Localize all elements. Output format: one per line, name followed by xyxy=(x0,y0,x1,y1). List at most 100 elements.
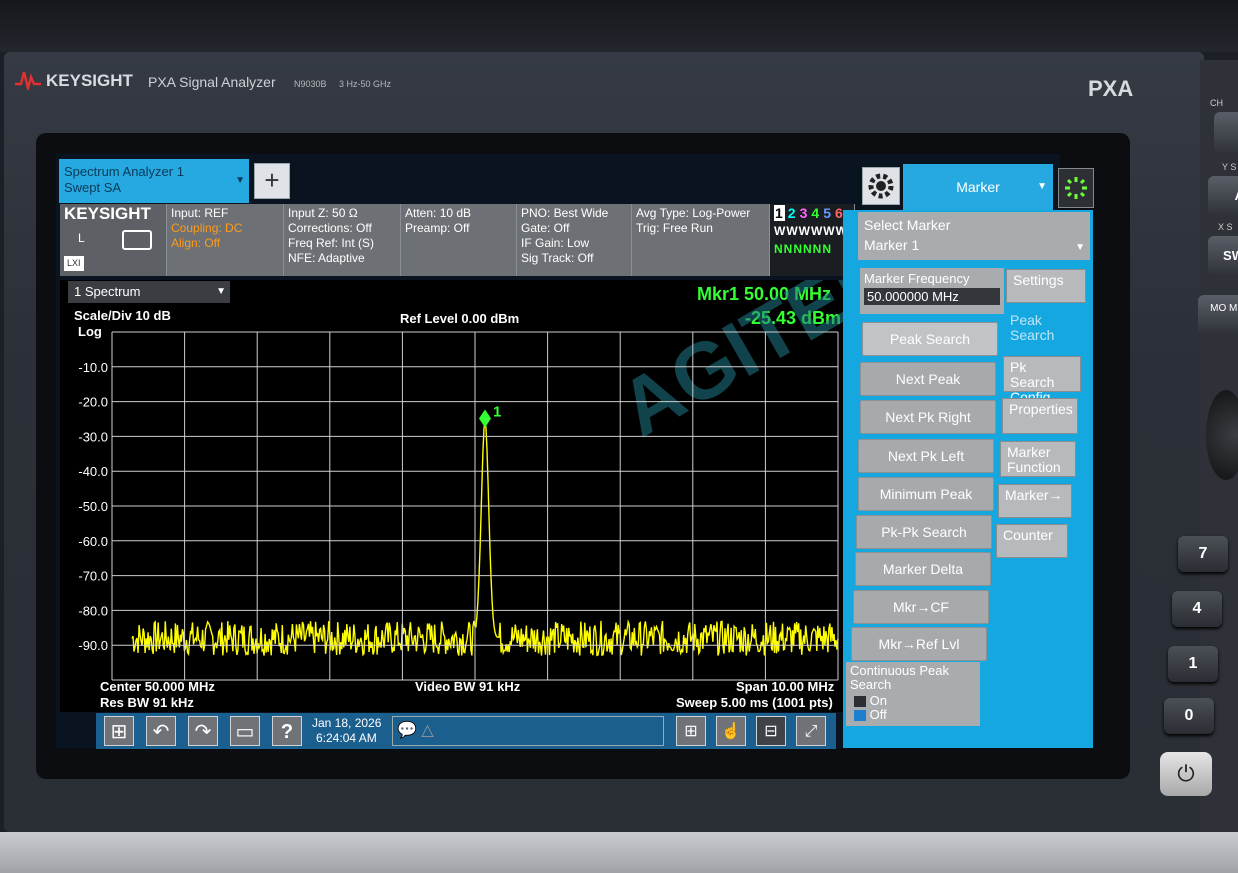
settings-gear-icon[interactable] xyxy=(862,167,900,205)
side-tab-settings[interactable]: Settings xyxy=(1006,269,1086,303)
y-tick-label: -30.0 xyxy=(78,429,108,444)
date: Jan 18, 2026 xyxy=(312,716,382,730)
softkey-mkr-ref-lvl[interactable]: Mkr→Ref Lvl xyxy=(851,627,987,661)
select-marker-value: Marker 1 xyxy=(864,237,920,253)
status-preamp: Preamp: Off xyxy=(405,221,470,235)
toggle-off-indicator xyxy=(854,710,866,722)
status-avg-cell[interactable]: Avg Type: Log-Power Trig: Free Run xyxy=(632,204,770,276)
brand-name: KEYSIGHT xyxy=(46,71,133,90)
center-freq[interactable]: Center 50.000 MHz xyxy=(100,679,215,694)
window-layout-icon[interactable]: ⊞ xyxy=(676,716,706,746)
softkey-next-pk-left[interactable]: Next Pk Left xyxy=(858,439,994,473)
marker-frequency-field[interactable]: Marker Frequency 50.000000 MHz xyxy=(860,268,1004,314)
y-scale-label: Y S xyxy=(1222,162,1237,172)
trace-number-4: 4 xyxy=(811,205,821,221)
side-tab-marker-[interactable]: Marker→ xyxy=(998,484,1072,518)
status-logo-cell: KEYSIGHT L LXI xyxy=(60,204,167,276)
trace-numbers: 123456 xyxy=(774,205,850,221)
status-trig: Trig: Free Run xyxy=(636,221,713,235)
fullscreen-icon[interactable]: ⤢ xyxy=(796,716,826,746)
sweep-time[interactable]: Sweep 5.00 ms (1001 pts) xyxy=(676,695,833,710)
status-atten: Atten: 10 dB xyxy=(405,206,472,220)
trace-number-1: 1 xyxy=(774,205,785,221)
help-icon[interactable]: ? xyxy=(272,716,302,746)
chevron-down-icon: ▼ xyxy=(235,175,245,186)
remote-display-icon xyxy=(122,230,152,250)
trace-number-2: 2 xyxy=(787,205,797,221)
span[interactable]: Span 10.00 MHz xyxy=(736,679,834,694)
chevron-down-icon: ▼ xyxy=(1075,242,1085,253)
model-number: N9030B xyxy=(294,79,327,89)
softkey-next-peak[interactable]: Next Peak xyxy=(860,362,996,396)
marker-1-number: 1 xyxy=(493,403,501,420)
side-tab-properties[interactable]: Properties xyxy=(1002,398,1078,434)
undo-icon[interactable]: ↶ xyxy=(146,716,176,746)
y-tick-label: -10.0 xyxy=(78,360,108,375)
mode-tab-measurement: Swept SA xyxy=(64,180,122,195)
y-tick-label: -60.0 xyxy=(78,534,108,549)
side-tab-pk-search-config[interactable]: Pk Search Config xyxy=(1003,356,1081,405)
local-label: L xyxy=(78,231,85,245)
menu-tab-marker[interactable]: Marker ▼ xyxy=(903,164,1053,210)
select-marker-dropdown[interactable]: Select Marker Marker 1 ▼ xyxy=(858,212,1090,260)
y-tick-label: -90.0 xyxy=(78,638,108,653)
softkey-marker-delta[interactable]: Marker Delta xyxy=(855,552,991,586)
spectrum-plot: -10.0 -20.0 -30.0 -40.0 -50.0 -60.0 -70.0 -80.0… xyxy=(78,280,850,681)
windows-start-icon[interactable]: ⊞ xyxy=(104,716,134,746)
side-tab-counter[interactable]: Counter xyxy=(996,524,1068,558)
status-input-cell[interactable]: Input: REF Coupling: DC Align: Off xyxy=(167,204,284,276)
trace-number-5: 5 xyxy=(823,205,832,221)
ch-key[interactable] xyxy=(1214,112,1238,154)
key-7[interactable]: 7 xyxy=(1178,536,1228,572)
ch-label: CH xyxy=(1210,98,1223,108)
file-folder-icon[interactable]: ▭ xyxy=(230,716,260,746)
taskbar: ⊞ ↶ ↷ ▭ ? Jan 18, 2026 6:24:04 AM 💬 △ ⊞ … xyxy=(96,713,836,749)
marker-frequency-value[interactable]: 50.000000 MHz xyxy=(864,288,1000,305)
touch-icon[interactable]: ☝ xyxy=(716,716,746,746)
select-marker-label: Select Marker xyxy=(864,217,951,233)
continuous-peak-search-toggle[interactable]: Continuous Peak Search On Off xyxy=(846,662,980,726)
softkey-mkr-cf[interactable]: Mkr→CF xyxy=(853,590,989,624)
softkey-pk-pk-search[interactable]: Pk-Pk Search xyxy=(856,515,992,549)
softkey-peak-search[interactable]: Peak Search xyxy=(862,322,998,356)
key-0[interactable]: 0 xyxy=(1164,698,1214,734)
video-bw[interactable]: Video BW 91 kHz xyxy=(415,679,520,694)
busy-spinner-icon xyxy=(1058,168,1094,208)
status-coupling: Coupling: DC xyxy=(171,221,243,235)
res-bw[interactable]: Res BW 91 kHz xyxy=(100,695,194,710)
y-tick-label: -20.0 xyxy=(78,395,108,410)
trace-detectors: NNNNNN xyxy=(774,242,832,256)
message-bar[interactable]: 💬 △ xyxy=(392,716,664,746)
marker-frequency-label: Marker Frequency xyxy=(864,271,970,286)
desk-surface xyxy=(0,832,1238,873)
multi-window-icon[interactable]: ⊟ xyxy=(756,716,786,746)
continuous-peak-label: Continuous Peak Search xyxy=(850,663,950,692)
mode-tab[interactable]: Spectrum Analyzer 1 Swept SA ▼ xyxy=(59,159,249,203)
status-sig-track: Sig Track: Off xyxy=(521,251,594,265)
key-4[interactable]: 4 xyxy=(1172,591,1222,627)
marker-1-diamond xyxy=(479,409,491,428)
toggle-on-indicator xyxy=(854,696,866,708)
redo-icon[interactable]: ↷ xyxy=(188,716,218,746)
datetime: Jan 18, 2026 6:24:04 AM xyxy=(312,716,381,746)
side-tab-peak-search[interactable]: Peak Search xyxy=(1004,310,1084,352)
add-screen-button[interactable]: + xyxy=(254,163,290,199)
lxi-badge: LXI xyxy=(64,256,84,271)
status-input-z: Input Z: 50 Ω xyxy=(288,206,358,220)
status-inputz-cell[interactable]: Input Z: 50 Ω Corrections: Off Freq Ref:… xyxy=(284,204,401,276)
power-button[interactable]: ⏻ xyxy=(1160,752,1212,796)
softkey-next-pk-right[interactable]: Next Pk Right xyxy=(860,400,996,434)
side-tab-marker-function[interactable]: Marker Function xyxy=(1000,441,1076,477)
amplitude-key[interactable]: A xyxy=(1208,176,1238,216)
sweep-key[interactable]: SW xyxy=(1208,236,1238,276)
mode-meas-key[interactable]: MO ME xyxy=(1198,295,1238,335)
key-1[interactable]: 1 xyxy=(1168,646,1218,682)
status-bw-cell[interactable]: PNO: Best Wide Gate: Off IF Gain: Low Si… xyxy=(517,204,632,276)
softkey-minimum-peak[interactable]: Minimum Peak xyxy=(858,477,994,511)
freq-range: 3 Hz-50 GHz xyxy=(339,79,392,89)
status-bar: KEYSIGHT L LXI Input: REF Coupling: DC A… xyxy=(60,204,855,276)
status-atten-cell[interactable]: Atten: 10 dB Preamp: Off xyxy=(401,204,517,276)
trace-1-line xyxy=(131,420,839,657)
status-pno: PNO: Best Wide xyxy=(521,206,609,220)
rotary-knob[interactable] xyxy=(1206,390,1238,480)
